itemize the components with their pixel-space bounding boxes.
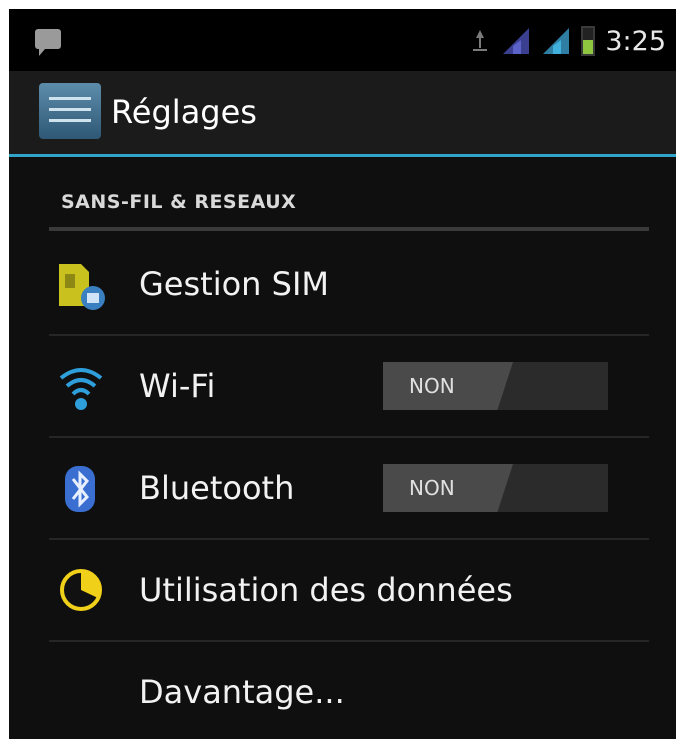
settings-item-label: Utilisation des données: [139, 571, 513, 609]
notification-icon: [35, 29, 61, 56]
clock: 3:25: [605, 25, 666, 57]
toggle-label: NON: [409, 476, 455, 500]
signal-sim1-icon: [501, 26, 531, 56]
section-divider: [49, 227, 649, 231]
settings-app-icon[interactable]: [39, 83, 101, 139]
wifi-icon: [59, 368, 103, 410]
settings-item-label: Wi-Fi: [139, 367, 216, 405]
settings-item-label: Davantage...: [139, 673, 345, 711]
signal-sim2-icon: [541, 26, 571, 56]
status-icons: 3:25: [469, 21, 666, 61]
phone-screen: 3:25 Réglages SANS-FIL & RESEAUX Gestion…: [9, 9, 676, 739]
settings-item-wifi[interactable]: Wi-Fi NON: [9, 336, 676, 436]
settings-item-data-usage[interactable]: Utilisation des données: [9, 540, 676, 640]
section-header: SANS-FIL & RESEAUX: [61, 191, 297, 213]
sync-icon: [473, 30, 488, 51]
battery-level: [583, 39, 594, 54]
battery-icon: [581, 26, 596, 56]
settings-item-more[interactable]: Davantage...: [9, 642, 676, 739]
settings-item-label: Gestion SIM: [139, 265, 329, 303]
settings-item-bluetooth[interactable]: Bluetooth NON: [9, 438, 676, 538]
sim-card-icon: [59, 264, 105, 310]
settings-item-sim[interactable]: Gestion SIM: [9, 234, 676, 334]
page-title: Réglages: [111, 93, 257, 131]
toggle-label: NON: [409, 374, 455, 398]
settings-item-label: Bluetooth: [139, 469, 295, 507]
action-bar: Réglages: [9, 71, 676, 157]
data-usage-icon: [60, 569, 102, 611]
bluetooth-toggle[interactable]: NON: [383, 464, 608, 512]
status-bar: 3:25: [9, 9, 676, 71]
bluetooth-icon: [65, 466, 95, 512]
wifi-toggle[interactable]: NON: [383, 362, 608, 410]
